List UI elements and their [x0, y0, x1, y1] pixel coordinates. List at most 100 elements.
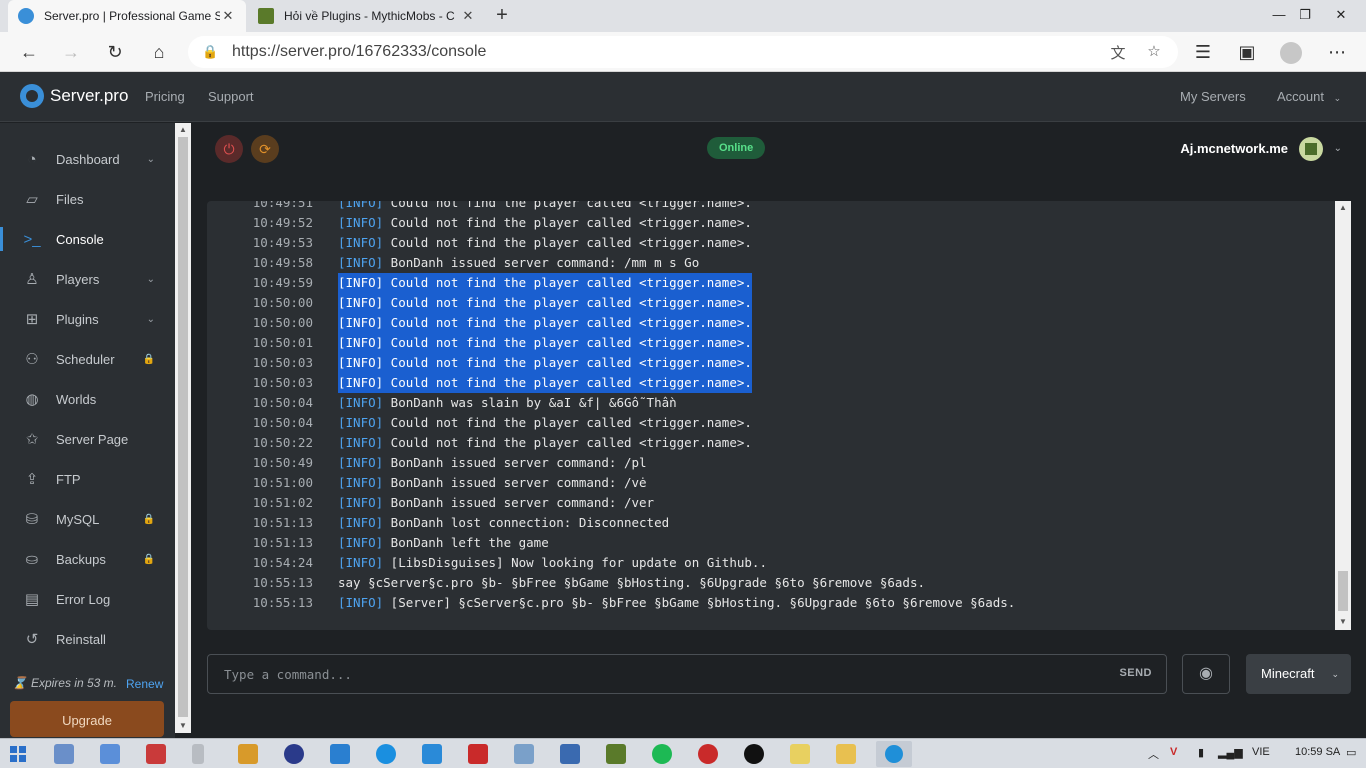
chart-app-icon[interactable] — [514, 744, 534, 764]
sidebar-item-plugins[interactable]: ⊞ Plugins ⌄ — [0, 299, 175, 339]
address-bar[interactable]: 🔒 https://server.pro/16762333/console 文 … — [188, 36, 1178, 68]
console-text: BonDanh issued server command: /ver — [383, 495, 655, 510]
vscode-icon[interactable] — [330, 744, 350, 764]
send-button[interactable]: SEND — [1119, 667, 1152, 679]
collections-icon[interactable]: ▣ — [1232, 37, 1262, 67]
more-menu-icon[interactable]: ⋯ — [1322, 37, 1352, 67]
forward-button[interactable]: → — [56, 37, 86, 67]
sidebar-item-server-page[interactable]: ✩ Server Page — [0, 419, 175, 459]
upgrade-button[interactable]: Upgrade — [10, 701, 164, 737]
console-text: Could not find the player called <trigge… — [383, 215, 752, 230]
tab-close-icon[interactable]: ✕ — [460, 8, 476, 24]
sidebar-item-label: Backups — [56, 551, 106, 567]
eye-icon[interactable]: ◉ — [1182, 654, 1230, 694]
home-button[interactable]: ⌂ — [144, 37, 174, 67]
explorer-pc-icon[interactable] — [54, 744, 74, 764]
tiktok-icon[interactable] — [744, 744, 764, 764]
console-line: 10:49:51 [INFO] Could not find the player… — [207, 201, 1335, 213]
profile-avatar[interactable] — [1276, 37, 1306, 67]
battery-icon[interactable]: ▮ — [1198, 746, 1204, 759]
antivirus-icon[interactable]: V — [1170, 746, 1177, 758]
console-line: 10:51:02 [INFO] BonDanh issued server com… — [207, 493, 1335, 513]
console-text: BonDanh issued server command: /pl — [383, 455, 647, 470]
scroll-up-icon[interactable]: ▲ — [175, 125, 191, 134]
favorite-star-icon[interactable]: ☆ — [1144, 42, 1164, 60]
edge-active-icon[interactable] — [876, 741, 912, 767]
clock[interactable]: 10:59 SA — [1295, 746, 1340, 758]
sidebar-scrollbar[interactable]: ▲ ▼ — [175, 123, 191, 733]
sidebar-item-label: Worlds — [56, 391, 97, 407]
eclipse-icon[interactable] — [284, 744, 304, 764]
notepad-icon[interactable] — [790, 744, 810, 764]
scrollbar-thumb[interactable] — [1338, 571, 1348, 611]
wifi-icon[interactable]: ▂▄▆ — [1218, 746, 1243, 759]
spotify-icon[interactable] — [652, 744, 672, 764]
browser-tab-serverpro[interactable]: Server.pro | Professional Game S ✕ — [8, 0, 246, 32]
server-avatar[interactable] — [1299, 137, 1323, 161]
sidebar-item-files[interactable]: ▱ Files — [0, 179, 175, 219]
sidebar-item-scheduler[interactable]: ⚇ Scheduler 🔒 — [0, 339, 175, 379]
nav-pricing[interactable]: Pricing — [145, 89, 185, 104]
close-window-button[interactable]: ✕ — [1318, 0, 1364, 32]
media-app-icon[interactable] — [698, 744, 718, 764]
scrollbar-thumb[interactable] — [178, 137, 188, 717]
account-label: Account — [1277, 89, 1324, 104]
nav-account[interactable]: Account ⌄ — [1277, 89, 1341, 104]
tab-close-icon[interactable]: ✕ — [220, 8, 236, 24]
console-output[interactable]: 10:49:51 [INFO] Could not find the player… — [207, 201, 1351, 630]
url-text: https://server.pro/16762333/console — [232, 43, 487, 60]
new-tab-button[interactable]: + — [490, 4, 514, 28]
console-message: [INFO] Could not find the player called … — [338, 273, 752, 293]
browser-tab-mythicmobs[interactable]: Hỏi về Plugins - MythicMobs - C ✕ — [248, 0, 486, 32]
windows-start-icon[interactable] — [10, 746, 26, 762]
console-timestamp: 10:50:01 — [252, 335, 313, 350]
console-line: 10:49:53 [INFO] Could not find the player… — [207, 233, 1335, 253]
console-text: BonDanh left the game — [383, 535, 549, 550]
nav-support[interactable]: Support — [208, 89, 254, 104]
app-icon[interactable] — [146, 744, 166, 764]
game-icon[interactable] — [468, 744, 488, 764]
sidebar-item-reinstall[interactable]: ↺ Reinstall — [0, 619, 175, 659]
translate-icon[interactable]: 文 — [1108, 42, 1128, 63]
scheduler-icon: ⚇ — [25, 351, 39, 368]
tray-chevron-icon[interactable]: ︿ — [1148, 746, 1159, 762]
app-icon[interactable] — [422, 744, 442, 764]
server-name[interactable]: Aj.mcnetwork.me — [1180, 141, 1288, 156]
notification-icon[interactable]: ▭ — [1346, 746, 1356, 759]
scroll-up-icon[interactable]: ▲ — [1335, 203, 1351, 212]
sublime-icon[interactable] — [238, 744, 258, 764]
sidebar-item-ftp[interactable]: ⇪ FTP — [0, 459, 175, 499]
serverpro-logo[interactable]: Server.pro — [20, 84, 128, 108]
sidebar-item-players[interactable]: ♙ Players ⌄ — [0, 259, 175, 299]
sidebar-item-mysql[interactable]: ⛁ MySQL 🔒 — [0, 499, 175, 539]
nav-my-servers[interactable]: My Servers — [1180, 89, 1246, 104]
sidebar-item-worlds[interactable]: ◍ Worlds — [0, 379, 175, 419]
console-scrollbar[interactable]: ▲ ▼ — [1335, 201, 1351, 630]
favorites-icon[interactable]: ☰ — [1188, 37, 1218, 67]
scroll-down-icon[interactable]: ▼ — [175, 721, 191, 730]
log-level-tag: [INFO] — [338, 275, 384, 290]
sidebar-item-console[interactable]: >_ Console — [0, 219, 175, 259]
refresh-button[interactable]: ↻ — [100, 37, 130, 67]
sidebar-item-error-log[interactable]: ▤ Error Log — [0, 579, 175, 619]
game-select[interactable]: Minecraft ⌄ — [1246, 654, 1351, 694]
file-explorer-icon[interactable] — [836, 744, 856, 764]
keyboard-icon[interactable] — [100, 744, 120, 764]
mouse-icon[interactable] — [192, 744, 204, 764]
console-timestamp: 10:50:03 — [252, 355, 313, 370]
back-button[interactable]: ← — [14, 37, 44, 67]
teamviewer-icon[interactable] — [376, 744, 396, 764]
console-timestamp: 10:49:53 — [252, 235, 313, 250]
command-input[interactable] — [208, 655, 1088, 693]
network-app-icon[interactable] — [560, 744, 580, 764]
chevron-down-icon[interactable]: ⌄ — [1334, 143, 1342, 154]
scroll-down-icon[interactable]: ▼ — [1335, 617, 1351, 626]
restart-button[interactable]: ⟳ — [251, 135, 279, 163]
renew-link[interactable]: Renew — [126, 677, 163, 691]
language-indicator[interactable]: VIE — [1252, 746, 1270, 758]
minecraft-icon[interactable] — [606, 744, 626, 764]
power-button[interactable]: ⏻ — [215, 135, 243, 163]
log-level-tag: [INFO] — [338, 595, 384, 610]
sidebar-item-backups[interactable]: ⛀ Backups 🔒 — [0, 539, 175, 579]
sidebar-item-dashboard[interactable]: ◔ Dashboard ⌄ — [0, 139, 175, 179]
